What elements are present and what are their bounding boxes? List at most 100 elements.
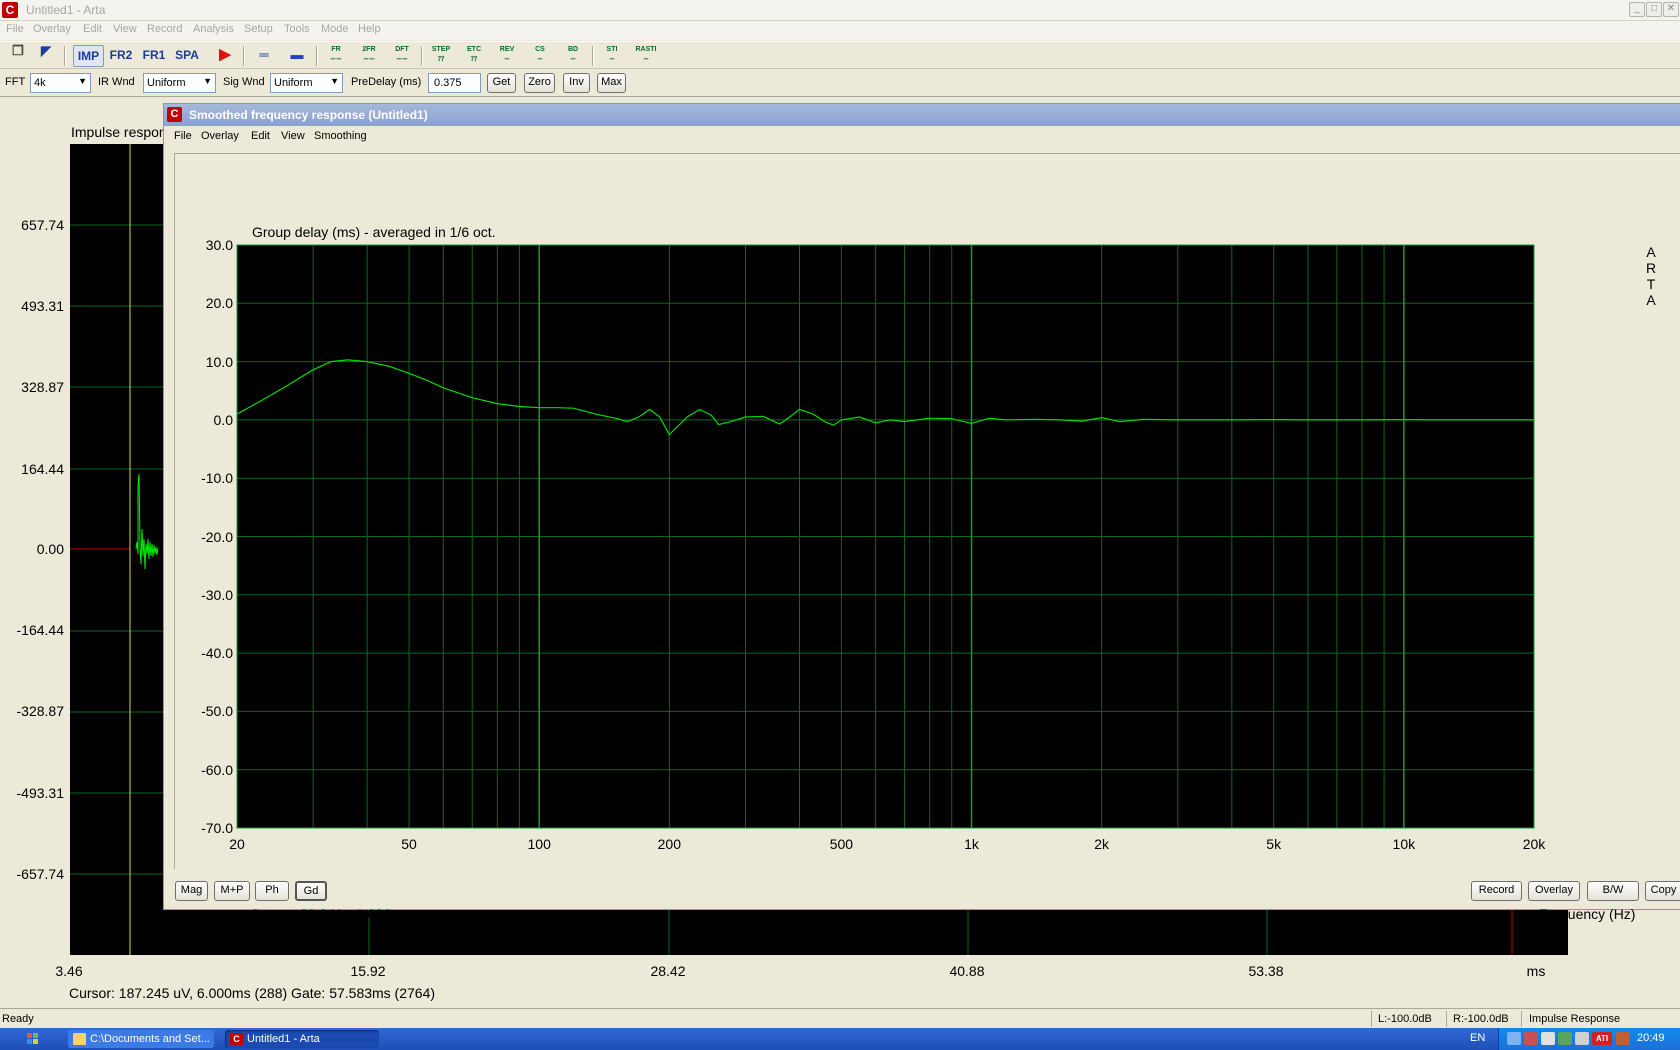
safely-remove-icon[interactable]	[1558, 1032, 1572, 1045]
menu-help[interactable]: Help	[358, 23, 381, 35]
dft-view-button[interactable]: DFT ∼∼	[389, 45, 415, 67]
get-button[interactable]: Get	[487, 73, 516, 93]
rasti-view-button[interactable]: RASTI ∼	[633, 45, 659, 67]
ati-icon[interactable]: ATI	[1592, 1032, 1612, 1045]
taskbar-item-arta[interactable]: C Untitled1 - Arta	[225, 1030, 379, 1048]
fr2-button[interactable]: FR2	[106, 45, 136, 67]
volume-icon[interactable]	[1541, 1032, 1555, 1045]
spa-button[interactable]: SPA	[172, 45, 202, 67]
arta-logo-letter: T	[1646, 276, 1656, 292]
probe-icon[interactable]: ═	[251, 45, 277, 67]
copy-button[interactable]: Copy	[1645, 881, 1680, 901]
open-icon[interactable]: ◤	[33, 44, 59, 67]
language-indicator[interactable]: EN	[1470, 1032, 1485, 1044]
menu-file[interactable]: File	[6, 23, 24, 35]
taskbar-item-explorer[interactable]: C:\Documents and Set...	[68, 1030, 214, 1048]
rev-view-button[interactable]: REV ∼	[494, 45, 520, 67]
fr-overlay-button[interactable]: Overlay	[1528, 881, 1580, 901]
main-window-title: Untitled1 - Arta	[26, 3, 106, 17]
fr-x-tick-label: 500	[829, 836, 854, 852]
group-delay-chart[interactable]	[175, 154, 1680, 870]
start-button[interactable]	[2, 1030, 62, 1048]
options-bar: FFT 4k ▼ IR Wnd Uniform ▼ Sig Wnd Uniform ▼…	[0, 70, 1680, 96]
chevron-down-icon: ▼	[78, 76, 87, 86]
inv-button[interactable]: Inv	[563, 73, 590, 93]
fr-window-title: Smoothed frequency response (Untitled1)	[189, 108, 428, 122]
fr1-button[interactable]: FR1	[139, 45, 169, 67]
generator-icon[interactable]: ▬	[284, 45, 310, 67]
step-view-button[interactable]: STEP ⁇	[428, 45, 454, 67]
mag-button[interactable]: Mag	[175, 881, 208, 901]
fr-x-tick-label: 5k	[1266, 836, 1282, 852]
imp-button[interactable]: IMP	[73, 45, 104, 67]
toolbar-separator	[316, 46, 318, 66]
menu-analysis[interactable]: Analysis	[193, 23, 234, 35]
gd-button[interactable]: Gd	[295, 881, 327, 901]
menu-mode[interactable]: Mode	[321, 23, 349, 35]
network-icon[interactable]	[1507, 1032, 1521, 1045]
close-icon[interactable]: ✕	[1663, 2, 1679, 17]
sti-view-button[interactable]: STI ∼	[599, 45, 625, 67]
fr-window-title-bar[interactable]: C Smoothed frequency response (Untitled1…	[164, 104, 1680, 126]
record-play-icon[interactable]: ▶	[212, 45, 238, 67]
menu-overlay[interactable]: Overlay	[33, 23, 71, 35]
imp-x-tick: 3.46	[55, 963, 83, 979]
clock[interactable]: 20:49	[1637, 1032, 1665, 1044]
imp-cursor-readout: Cursor: 187.245 uV, 6.000ms (288) Gate: …	[69, 985, 436, 1001]
zero-button[interactable]: Zero	[524, 73, 555, 93]
bw-button[interactable]: B/W	[1587, 881, 1639, 901]
fr-menu-overlay[interactable]: Overlay	[201, 130, 239, 142]
ir-wnd-select[interactable]: Uniform ▼	[143, 73, 216, 93]
status-divider	[1521, 1011, 1522, 1027]
arta-app-icon[interactable]: C	[167, 107, 182, 122]
folder-icon	[73, 1033, 86, 1045]
fr-y-tick-label: -60.0	[201, 761, 233, 778]
menu-tools[interactable]: Tools	[284, 23, 310, 35]
fr-menu-smoothing[interactable]: Smoothing	[314, 130, 367, 142]
fr-y-tick-label: 0.0	[213, 411, 233, 428]
fr-view-button[interactable]: FR ∼∼	[323, 45, 349, 67]
system-tray: ATI 20:49	[1498, 1028, 1680, 1050]
status-divider	[1446, 1011, 1447, 1027]
smoothed-fr-window: C Smoothed frequency response (Untitled1…	[163, 103, 1680, 922]
ph-button[interactable]: Ph	[255, 881, 289, 901]
minimize-icon[interactable]: _	[1629, 2, 1645, 17]
etc-view-button[interactable]: ETC ⁇	[461, 45, 487, 67]
sig-wnd-label: Sig Wnd	[223, 76, 265, 88]
menu-record[interactable]: Record	[147, 23, 182, 35]
fr-x-tick-label: 1k	[964, 836, 979, 852]
imp-y-tick: 328.87	[21, 379, 64, 395]
bd-view-button[interactable]: BD ∼	[560, 45, 586, 67]
menu-setup[interactable]: Setup	[244, 23, 273, 35]
main-title-bar: C Untitled1 - Arta _ □ ✕	[0, 0, 1680, 21]
windows-logo-icon	[27, 1033, 38, 1044]
arta-logo-letter: A	[1646, 292, 1656, 308]
mp-button[interactable]: M+P	[214, 881, 250, 901]
menu-view[interactable]: View	[113, 23, 137, 35]
2fr-view-button[interactable]: 2FR ∼∼	[356, 45, 382, 67]
menu-edit[interactable]: Edit	[83, 23, 102, 35]
imp-y-tick: 493.31	[21, 298, 64, 314]
maximize-icon[interactable]: □	[1646, 2, 1662, 17]
fr-x-tick-label: 10k	[1392, 836, 1416, 852]
fr-y-tick-label: 10.0	[205, 353, 233, 370]
taskbar-item-label: Untitled1 - Arta	[247, 1033, 320, 1045]
fr-x-tick-label: 200	[657, 836, 681, 852]
fft-select[interactable]: 4k ▼	[30, 73, 91, 93]
fr-menu-file[interactable]: File	[174, 130, 192, 142]
tray-app-icon[interactable]	[1524, 1032, 1538, 1045]
fr-record-button[interactable]: Record	[1471, 881, 1522, 901]
max-button[interactable]: Max	[597, 73, 626, 93]
cs-view-button[interactable]: CS ∼	[527, 45, 553, 67]
tray-tool-icon[interactable]	[1575, 1032, 1589, 1045]
fr-menu-view[interactable]: View	[281, 130, 305, 142]
arta-app-icon[interactable]: C	[2, 2, 18, 18]
fr-cursor-readout: Cursor: 20.2 Hz, 1.036 ms	[250, 906, 414, 922]
new-file-icon[interactable]: ❐	[5, 44, 31, 67]
fr-y-tick-label: 20.0	[205, 295, 233, 312]
predelay-input[interactable]: 0.375	[428, 73, 481, 93]
fr-x-axis-title: Frequency (Hz)	[1539, 906, 1636, 922]
sig-wnd-select[interactable]: Uniform ▼	[270, 73, 343, 93]
tray-misc-icon[interactable]	[1616, 1032, 1630, 1045]
fr-menu-edit[interactable]: Edit	[251, 130, 270, 142]
